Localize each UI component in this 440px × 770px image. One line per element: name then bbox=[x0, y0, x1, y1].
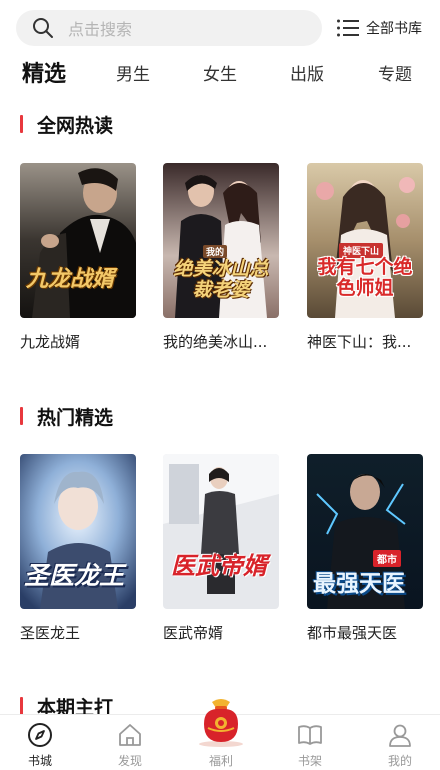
book-cover: 九龙战婿 bbox=[20, 163, 136, 318]
nav-label: 书城 bbox=[27, 754, 52, 768]
cover-title-art: 医武帝婿 bbox=[171, 552, 267, 580]
book-cover: 神医下山 我有七个绝色师姐 bbox=[307, 163, 423, 318]
tab-female[interactable]: 女生 bbox=[203, 60, 237, 85]
nav-bookshelf[interactable]: 书架 bbox=[280, 721, 340, 769]
home-icon bbox=[116, 721, 144, 749]
book-card[interactable]: 神医下山 我有七个绝色师姐 神医下山：我... bbox=[307, 163, 423, 352]
book-card[interactable]: 医武帝婿 医武帝婿 bbox=[163, 454, 279, 643]
book-icon bbox=[296, 721, 324, 749]
book-card[interactable]: 我的 绝美冰山总裁老婆 我的绝美冰山... bbox=[163, 163, 279, 352]
book-cover: 都市 最强天医 bbox=[307, 454, 423, 609]
book-cover: 医武帝婿 bbox=[163, 454, 279, 609]
book-cover: 圣医龙王 bbox=[20, 454, 136, 609]
list-icon bbox=[336, 17, 360, 39]
tab-male[interactable]: 男生 bbox=[116, 60, 150, 85]
cover-title-art: 我有七个绝色师姐 bbox=[317, 256, 413, 299]
all-library-button[interactable]: 全部书库 bbox=[336, 16, 422, 40]
cover-title-art: 圣医龙王 bbox=[24, 561, 125, 590]
nav-mine[interactable]: 我的 bbox=[370, 721, 430, 769]
section-title-text: 热门精选 bbox=[37, 406, 114, 429]
user-icon bbox=[386, 721, 414, 749]
section-title-text: 全网热读 bbox=[37, 114, 114, 137]
book-card[interactable]: 都市 最强天医 都市最强天医 bbox=[307, 454, 423, 643]
book-cover: 我的 绝美冰山总裁老婆 bbox=[163, 163, 279, 318]
nav-welfare[interactable] bbox=[190, 694, 252, 748]
search-icon bbox=[32, 17, 54, 39]
tab-publishing[interactable]: 出版 bbox=[290, 60, 324, 85]
category-tabs: 精选 男生 女生 出版 专题 bbox=[0, 56, 440, 90]
cover-title-art: 最强天医 bbox=[313, 571, 405, 597]
search-placeholder: 点击搜索 bbox=[68, 20, 133, 39]
nav-welfare-label: 福利 bbox=[208, 754, 233, 768]
compass-icon bbox=[26, 721, 54, 749]
all-library-label: 全部书库 bbox=[366, 21, 422, 37]
nav-discover[interactable]: 发现 bbox=[100, 721, 160, 769]
book-title: 圣医龙王 bbox=[20, 624, 81, 642]
section-accent-bar bbox=[20, 697, 23, 715]
book-card[interactable]: 九龙战婿 九龙战婿 bbox=[20, 163, 136, 352]
book-title: 神医下山：我... bbox=[307, 333, 412, 351]
nav-label: 我的 bbox=[387, 754, 412, 768]
lucky-bag-icon bbox=[190, 699, 252, 752]
book-card[interactable]: 圣医龙王 圣医龙王 bbox=[20, 454, 136, 643]
nav-bookstore[interactable]: 书城 bbox=[10, 721, 70, 769]
top-bar: 点击搜索 全部书库 bbox=[0, 0, 440, 56]
search-bar[interactable]: 点击搜索 bbox=[16, 10, 322, 46]
section-accent-bar bbox=[20, 115, 23, 133]
book-title: 九龙战婿 bbox=[20, 333, 81, 351]
cover-title-art: 九龙战婿 bbox=[26, 267, 115, 292]
section-title-hot: 全网热读 bbox=[20, 113, 114, 137]
book-title: 医武帝婿 bbox=[163, 624, 224, 642]
section-title-popular: 热门精选 bbox=[20, 405, 114, 429]
tab-topics[interactable]: 专题 bbox=[378, 60, 412, 85]
nav-label: 书架 bbox=[297, 754, 322, 768]
cover-small-label: 我的 bbox=[203, 245, 228, 258]
nav-label: 发现 bbox=[117, 754, 142, 768]
book-title: 我的绝美冰山... bbox=[163, 333, 268, 351]
tab-featured[interactable]: 精选 bbox=[22, 56, 66, 88]
book-title: 都市最强天医 bbox=[307, 624, 398, 642]
cover-title-art: 绝美冰山总裁老婆 bbox=[173, 258, 269, 301]
section-accent-bar bbox=[20, 407, 23, 425]
